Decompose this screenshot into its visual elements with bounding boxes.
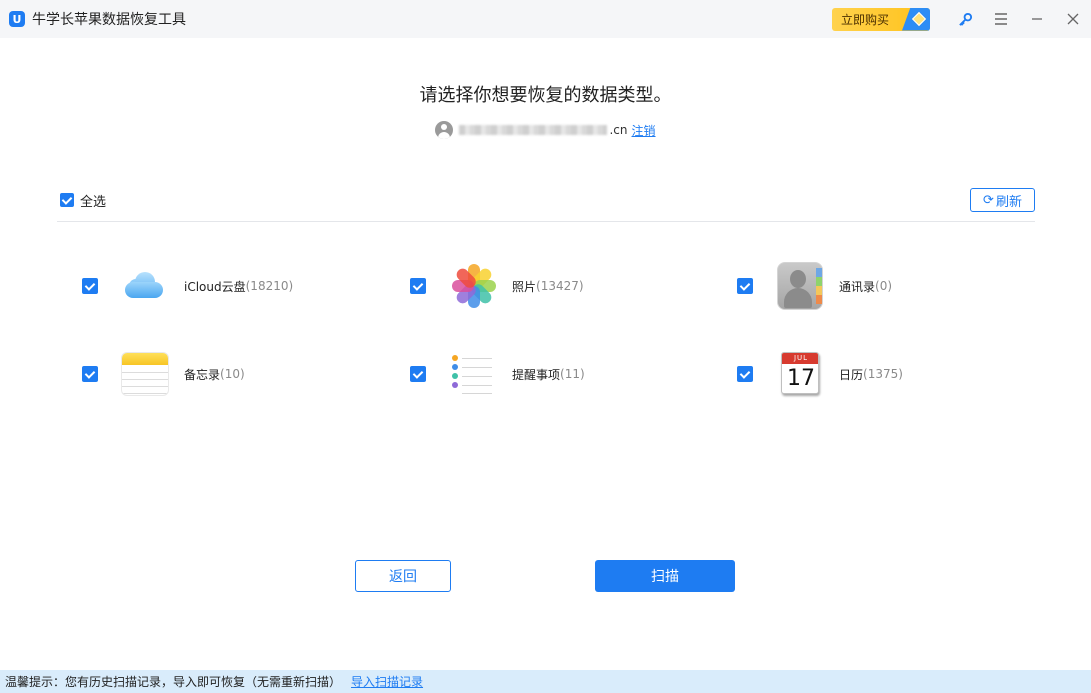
data-type-checkbox[interactable] <box>737 366 753 382</box>
data-type-count: (0) <box>875 279 893 293</box>
data-type-count: (10) <box>220 367 245 381</box>
data-type-label: 照片 <box>512 279 537 294</box>
refresh-label: 刷新 <box>995 194 1022 210</box>
app-window: U 牛学长苹果数据恢复工具 立即购买 请选择你想要恢复的数据类型。 .cn 注销… <box>0 0 1091 693</box>
refresh-button[interactable]: ⟳ 刷新 <box>970 188 1035 212</box>
back-button[interactable]: 返回 <box>355 560 451 592</box>
import-scan-record-link[interactable]: 导入扫描记录 <box>351 673 423 690</box>
tip-text: 温馨提示：您有历史扫描记录，导入即可恢复（无需重新扫描） <box>5 675 342 689</box>
icloud-drive-icon <box>120 260 172 312</box>
data-type-checkbox[interactable] <box>82 278 98 294</box>
data-type-count: (13427) <box>536 279 584 293</box>
calendar-day: 17 <box>787 366 815 391</box>
notes-icon <box>120 348 172 400</box>
select-all-label[interactable]: 全选 <box>80 191 106 210</box>
select-all-row: 全选 ⟳ 刷新 <box>60 188 1035 212</box>
account-email-suffix: .cn <box>609 123 628 137</box>
scan-button[interactable]: 扫描 <box>595 560 735 592</box>
tip-bar: 温馨提示：您有历史扫描记录，导入即可恢复（无需重新扫描） 导入扫描记录 <box>0 670 1091 693</box>
data-type-count: (1375) <box>863 367 903 381</box>
data-type-checkbox[interactable] <box>410 366 426 382</box>
minimize-icon[interactable] <box>1019 0 1055 38</box>
data-type-checkbox[interactable] <box>737 278 753 294</box>
data-type-contacts[interactable]: 通讯录 (0) <box>737 259 892 313</box>
avatar-icon <box>435 121 454 139</box>
data-type-label: iCloud云盘 <box>184 279 246 294</box>
photos-icon <box>448 260 500 312</box>
reminders-icon <box>448 348 500 400</box>
data-type-label: 日历 <box>839 367 864 382</box>
data-type-label: 通讯录 <box>839 279 876 294</box>
data-type-count: (18210) <box>245 279 294 293</box>
app-logo-icon: U <box>9 11 25 27</box>
logout-link[interactable]: 注销 <box>632 122 656 139</box>
key-icon[interactable] <box>947 0 983 38</box>
buy-now-button[interactable]: 立即购买 <box>832 7 930 31</box>
account-email-redacted <box>459 125 608 135</box>
diamond-icon <box>902 7 930 31</box>
data-type-count: (11) <box>560 367 585 381</box>
data-type-label: 备忘录 <box>184 367 221 382</box>
contacts-icon <box>775 260 827 312</box>
page-title: 请选择你想要恢复的数据类型。 <box>419 85 672 106</box>
data-type-photos[interactable]: 照片 (13427) <box>410 259 584 313</box>
data-type-calendar[interactable]: JUL 17 日历 (1375) <box>737 347 903 401</box>
data-type-notes[interactable]: 备忘录 (10) <box>82 347 245 401</box>
calendar-icon: JUL 17 <box>775 348 827 400</box>
select-all-checkbox[interactable] <box>60 193 74 207</box>
data-type-checkbox[interactable] <box>410 278 426 294</box>
data-type-checkbox[interactable] <box>82 366 98 382</box>
divider <box>57 221 1035 222</box>
title-bar: U 牛学长苹果数据恢复工具 立即购买 <box>0 0 1091 38</box>
calendar-month: JUL <box>782 353 818 364</box>
app-title: 牛学长苹果数据恢复工具 <box>32 12 186 28</box>
close-icon[interactable] <box>1055 0 1091 38</box>
data-type-label: 提醒事项 <box>512 367 561 382</box>
title-bar-controls: 立即购买 <box>832 0 1091 38</box>
account-info: .cn 注销 <box>0 121 1091 139</box>
data-type-reminders[interactable]: 提醒事项 (11) <box>410 347 585 401</box>
data-type-icloud[interactable]: iCloud云盘 (18210) <box>82 259 293 313</box>
buy-now-label: 立即购买 <box>841 12 890 27</box>
refresh-icon: ⟳ <box>983 192 994 208</box>
menu-icon[interactable] <box>983 0 1019 38</box>
